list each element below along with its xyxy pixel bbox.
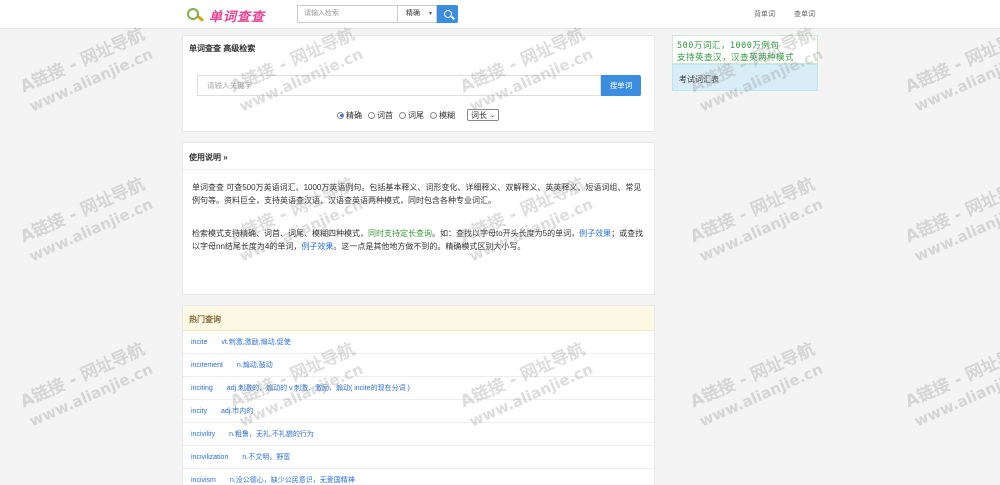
hot-word[interactable]: incivility (191, 431, 215, 438)
mode-label: 词尾 (408, 110, 424, 120)
example-link-2[interactable]: 例子效果 (301, 242, 333, 251)
hot-definition: n.粗鲁，无礼,不礼貌的行为 (229, 431, 314, 438)
header-mode-value: 精确 (406, 10, 420, 17)
hot-title: 热门查询 (189, 315, 221, 324)
hot-definition: adj.市内的 (220, 408, 254, 415)
watermark-line-2: www.alianjie.cn (26, 359, 156, 431)
watermark-line-1: A链接 - 网址导航 (902, 339, 1000, 413)
watermark-line-1: A链接 - 网址导航 (17, 339, 148, 413)
promo-line-1: 500万词汇，1000万例句 (677, 41, 780, 51)
radio-fuzzy[interactable] (430, 111, 437, 119)
watermark-line-2: www.alianjie.cn (911, 359, 1000, 431)
hot-definition: n.不文明，野蛮 (242, 454, 291, 461)
hot-definition: n.煽动,鼓动 (236, 362, 273, 369)
hot-definition: n.没公德心，缺少公民意识，无爱国精神 (229, 477, 355, 484)
radio-suffix[interactable] (399, 111, 406, 119)
word-length-select[interactable]: 词长 ⌄ (467, 109, 500, 121)
header-search-button[interactable] (437, 5, 458, 23)
hot-definition: vt.刺激,激励,煽动,促使 (221, 339, 291, 346)
header-search-input[interactable]: 请输入检索 (297, 5, 397, 23)
hot-header: 热门查询 (183, 306, 654, 331)
mode-prefix[interactable]: 词首 (368, 110, 393, 121)
watermark: A链接 - 网址导航 www.alianjie.cn (687, 340, 827, 433)
search-icon (443, 10, 452, 18)
watermark-line-1: A链接 - 网址导航 (17, 174, 148, 248)
watermark-line-2: www.alianjie.cn (26, 194, 156, 266)
watermark: A链接 - 网址导航 www.alianjie.cn (17, 340, 157, 433)
text-segment: 。这一点是其他地方做不到的。精确模式区别大小写。 (333, 242, 526, 251)
watermark: A链接 - 网址导航 www.alianjie.cn (17, 25, 157, 118)
keyword-input[interactable]: 请输入关键字 (197, 75, 601, 96)
usage-paragraph-1: 单词查查 可查500万英语词汇、1000万英语例句。包括基本释义、词形变化、详细… (192, 183, 642, 205)
panel-title: 单词查查 高级检索 (189, 44, 256, 53)
watermark: A链接 - 网址导航 www.alianjie.cn (17, 175, 157, 268)
fixed-length-highlight: 同时支持定长查询 (368, 229, 432, 238)
hot-queries-panel: 热门查询 incite vt.刺激,激励,煽动,促使 incitement n.煽动… (182, 305, 655, 485)
watermark-line-2: www.alianjie.cn (911, 194, 1000, 266)
mode-label: 模糊 (439, 110, 455, 120)
usage-paragraph-2: 检索模式支持精确、词首、词尾、模糊四种模式，同时支持定长查询。如：查找以字母to… (192, 227, 647, 253)
text-segment: 检索模式支持精确、词首、词尾、模糊四种模式， (192, 229, 368, 238)
site-logo[interactable]: 单词查查 (186, 5, 265, 25)
top-navbar: 单词查查 请输入检索 精确 ▾ 背单词 查单词 (0, 0, 1000, 29)
watermark-line-2: www.alianjie.cn (696, 359, 826, 431)
exam-vocab-panel[interactable]: 考试词汇表 (672, 64, 818, 91)
promo-banner[interactable]: 500万词汇，1000万例句 支持英查汉，汉查英两种模式 (672, 35, 818, 64)
search-mode-group: 精确 词首 词尾 模糊 词长 ⌄ (337, 109, 500, 121)
watermark-line-1: A链接 - 网址导航 (687, 339, 818, 413)
advanced-search-panel: 单词查查 高级检索 请输入关键字 搜单词 精确 词首 词尾 模糊 词长 ⌄ (182, 35, 655, 132)
watermark-line-2: www.alianjie.cn (26, 44, 156, 116)
watermark: A链接 - 网址导航 www.alianjie.cn (902, 175, 1000, 268)
hot-definition: adj.刺激的、煽动的 v.刺激、激励、煽动( incite的现在分词 ) (226, 385, 410, 392)
watermark-line-1: A链接 - 网址导航 (17, 24, 148, 98)
list-item[interactable]: incivism n.没公德心，缺少公民意识，无爱国精神 (183, 469, 654, 485)
usage-title: 使用说明 » (189, 153, 228, 162)
hot-word[interactable]: incitement (191, 362, 223, 369)
watermark-line-1: A链接 - 网址导航 (902, 24, 1000, 98)
example-link-1[interactable]: 例子效果 (579, 229, 611, 238)
mode-label: 精确 (346, 110, 362, 120)
mode-exact[interactable]: 精确 (337, 110, 362, 121)
watermark: A链接 - 网址导航 www.alianjie.cn (902, 340, 1000, 433)
watermark: A链接 - 网址导航 www.alianjie.cn (687, 175, 827, 268)
radio-exact[interactable] (337, 111, 344, 119)
header-mode-select[interactable]: 精确 ▾ (397, 5, 437, 23)
watermark-line-1: A链接 - 网址导航 (687, 174, 818, 248)
watermark-line-2: www.alianjie.cn (696, 194, 826, 266)
promo-line-2: 支持英查汉，汉查英两种模式 (677, 53, 795, 63)
usage-panel: 使用说明 » 单词查查 可查500万英语词汇、1000万英语例句。包括基本释义、… (182, 142, 655, 295)
list-item[interactable]: inciting adj.刺激的、煽动的 v.刺激、激励、煽动( incite的现… (183, 377, 654, 400)
mode-label: 词首 (377, 110, 393, 120)
text-segment: 。如：查找以字母to开头长度为5的单词， (432, 229, 580, 238)
hot-list: incite vt.刺激,激励,煽动,促使 incitement n.煽动,鼓动 i… (183, 331, 654, 485)
hot-word[interactable]: incivism (191, 477, 216, 484)
list-item[interactable]: incite vt.刺激,激励,煽动,促使 (183, 331, 654, 354)
radio-prefix[interactable] (368, 111, 375, 119)
exam-vocab-title: 考试词汇表 (679, 75, 719, 84)
chevron-down-icon: ⌄ (490, 112, 496, 119)
nav-link-search[interactable]: 查单词 (794, 9, 815, 19)
mode-suffix[interactable]: 词尾 (399, 110, 424, 121)
list-item[interactable]: incivility n.粗鲁，无礼,不礼貌的行为 (183, 423, 654, 446)
word-length-value: 词长 (471, 110, 487, 120)
hot-word[interactable]: inciting (191, 385, 213, 392)
list-item[interactable]: incity adj.市内的 (183, 400, 654, 423)
hot-word[interactable]: incity (191, 408, 207, 415)
list-item[interactable]: incitement n.煽动,鼓动 (183, 354, 654, 377)
main-search: 请输入关键字 搜单词 (197, 75, 641, 96)
search-words-button[interactable]: 搜单词 (601, 75, 641, 96)
watermark-line-2: www.alianjie.cn (911, 44, 1000, 116)
hot-word[interactable]: incivilization (191, 454, 228, 461)
watermark-line-1: A链接 - 网址导航 (902, 174, 1000, 248)
magnifier-logo-icon (186, 6, 206, 24)
mode-fuzzy[interactable]: 模糊 (430, 110, 455, 121)
usage-header: 使用说明 » (183, 143, 654, 170)
watermark: A链接 - 网址导航 www.alianjie.cn (902, 25, 1000, 118)
chevron-down-icon: ▾ (428, 11, 432, 17)
nav-link-recite[interactable]: 背单词 (754, 9, 775, 19)
header-search: 请输入检索 精确 ▾ (297, 5, 458, 23)
hot-word[interactable]: incite (191, 339, 207, 346)
list-item[interactable]: incivilization n.不文明，野蛮 (183, 446, 654, 469)
logo-text: 单词查查 (209, 9, 266, 25)
